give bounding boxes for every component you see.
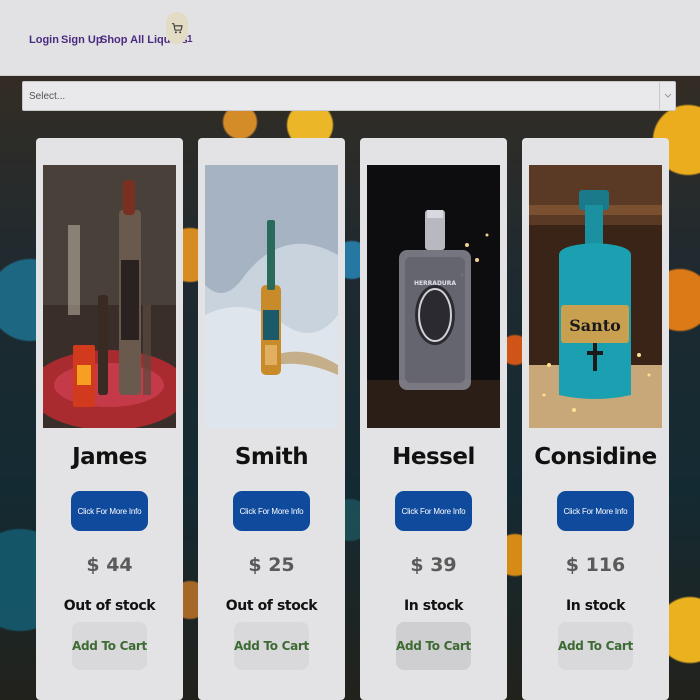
add-to-cart-button[interactable]: Add To Cart xyxy=(234,622,309,670)
product-name: Considine xyxy=(534,444,657,470)
bottle-label-text: Santo xyxy=(569,316,621,335)
product-image[interactable]: Santo xyxy=(529,165,662,428)
product-image[interactable] xyxy=(43,165,176,428)
product-image[interactable] xyxy=(205,165,338,428)
select-placeholder: Select... xyxy=(29,91,66,102)
product-price: $ 44 xyxy=(86,554,133,576)
signup-link[interactable]: Sign Up xyxy=(61,34,103,46)
bottle-label-text: HERRADURA xyxy=(414,280,456,287)
product-image[interactable]: HERRADURA xyxy=(367,165,500,428)
stock-status: In stock xyxy=(403,598,464,614)
product-name: Hessel xyxy=(392,444,475,470)
more-info-button[interactable]: Click For More Info xyxy=(233,491,310,531)
cart-button[interactable] xyxy=(166,12,188,44)
stock-status: In stock xyxy=(565,598,626,614)
add-to-cart-button[interactable]: Add To Cart xyxy=(558,622,633,670)
product-name: Smith xyxy=(234,444,309,470)
product-card: Santo Considine Click For More Info $ 11… xyxy=(522,138,669,700)
liquor-filter-select[interactable]: Select... xyxy=(22,81,676,111)
chevron-down-icon[interactable] xyxy=(659,82,675,110)
cart-count-badge: 1 xyxy=(187,34,193,45)
more-info-button[interactable]: Click For More Info xyxy=(557,491,634,531)
more-info-button[interactable]: Click For More Info xyxy=(395,491,472,531)
login-link[interactable]: Login xyxy=(29,34,59,46)
product-price: $ 116 xyxy=(565,554,626,576)
product-name: James xyxy=(72,444,147,470)
more-info-button[interactable]: Click For More Info xyxy=(71,491,148,531)
product-price: $ 39 xyxy=(410,554,457,576)
add-to-cart-button[interactable]: Add To Cart xyxy=(72,622,147,670)
top-nav-bar: Login Sign Up Shop All Liquors 1 xyxy=(0,0,700,76)
shopping-cart-icon xyxy=(171,22,183,33)
add-to-cart-button[interactable]: Add To Cart xyxy=(396,622,471,670)
product-price: $ 25 xyxy=(248,554,295,576)
stock-status: Out of stock xyxy=(225,598,318,614)
product-card: James Click For More Info $ 44 Out of st… xyxy=(36,138,183,700)
stock-status: Out of stock xyxy=(63,598,156,614)
product-card: Smith Click For More Info $ 25 Out of st… xyxy=(198,138,345,700)
product-card: HERRADURA Hessel Click For More Info $ 3… xyxy=(360,138,507,700)
